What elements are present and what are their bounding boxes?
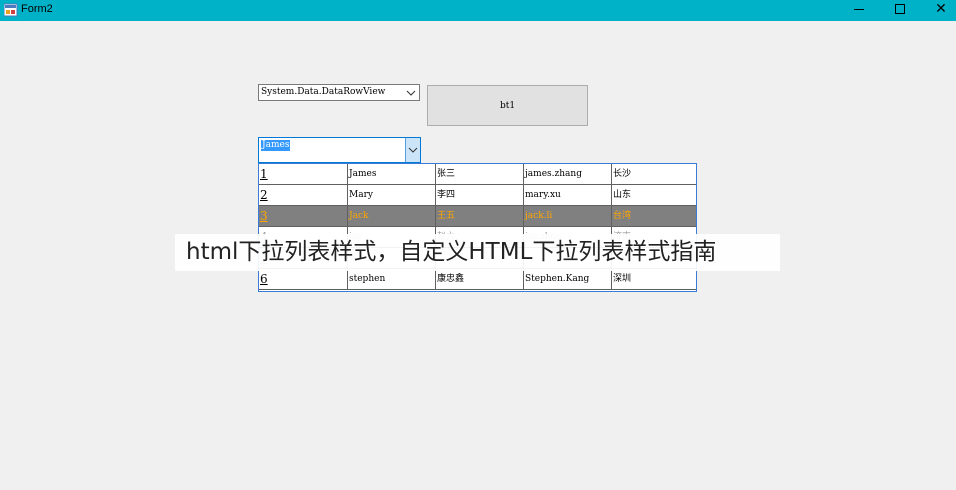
row-number: 2 (259, 185, 348, 206)
cell-chinese-name: 李四 (436, 185, 524, 206)
combobox-2-dropdown-button[interactable] (405, 138, 420, 162)
row-number: 6 (259, 269, 348, 290)
cell-city: 台湾 (612, 206, 696, 227)
list-item-selected[interactable]: 3 Jack 王五 jack.li 台湾 (259, 206, 696, 227)
close-icon: ✕ (935, 1, 947, 17)
window-title: Form2 (21, 3, 53, 15)
cell-city: 山东 (612, 185, 696, 206)
list-item[interactable]: 6 stephen 康忠鑫 Stephen.Kang 深圳 (259, 269, 696, 290)
minimize-icon (854, 9, 864, 10)
cell-english-name: Mary (348, 185, 436, 206)
cell-chinese-name: 张三 (436, 164, 524, 185)
row-number: 1 (259, 164, 348, 185)
dropdown-list[interactable]: 1 James 张三 james.zhang 长沙 2 Mary 李四 mary… (258, 163, 697, 292)
overlay-caption: html下拉列表样式，自定义HTML下拉列表样式指南 (175, 234, 780, 271)
combobox-1[interactable]: System.Data.DataRowView (258, 84, 420, 101)
title-bar: Form2 ✕ (0, 0, 956, 21)
cell-email: mary.xu (524, 185, 612, 206)
bt1-button[interactable]: bt1 (427, 85, 588, 126)
list-item[interactable]: 1 James 张三 james.zhang 长沙 (259, 164, 696, 185)
chevron-down-icon[interactable] (405, 86, 417, 99)
app-icon (4, 3, 18, 17)
cell-email: james.zhang (524, 164, 612, 185)
combobox-2-value[interactable]: James (261, 140, 291, 151)
row-number: 3 (259, 206, 348, 227)
cell-english-name: James (348, 164, 436, 185)
cell-city: 深圳 (612, 269, 696, 290)
cell-city: 长沙 (612, 164, 696, 185)
maximize-icon (895, 4, 905, 14)
cell-english-name: stephen (348, 269, 436, 290)
cell-email: jack.li (524, 206, 612, 227)
cell-email: Stephen.Kang (524, 269, 612, 290)
maximize-button[interactable] (879, 0, 919, 21)
cell-english-name: Jack (348, 206, 436, 227)
list-item[interactable]: 2 Mary 李四 mary.xu 山东 (259, 185, 696, 206)
close-button[interactable]: ✕ (920, 0, 956, 21)
combobox-2[interactable]: James (258, 137, 421, 163)
combobox-1-value: System.Data.DataRowView (261, 87, 386, 97)
minimize-button[interactable] (838, 0, 878, 21)
cell-chinese-name: 王五 (436, 206, 524, 227)
chevron-down-icon (408, 147, 418, 153)
cell-chinese-name: 康忠鑫 (436, 269, 524, 290)
